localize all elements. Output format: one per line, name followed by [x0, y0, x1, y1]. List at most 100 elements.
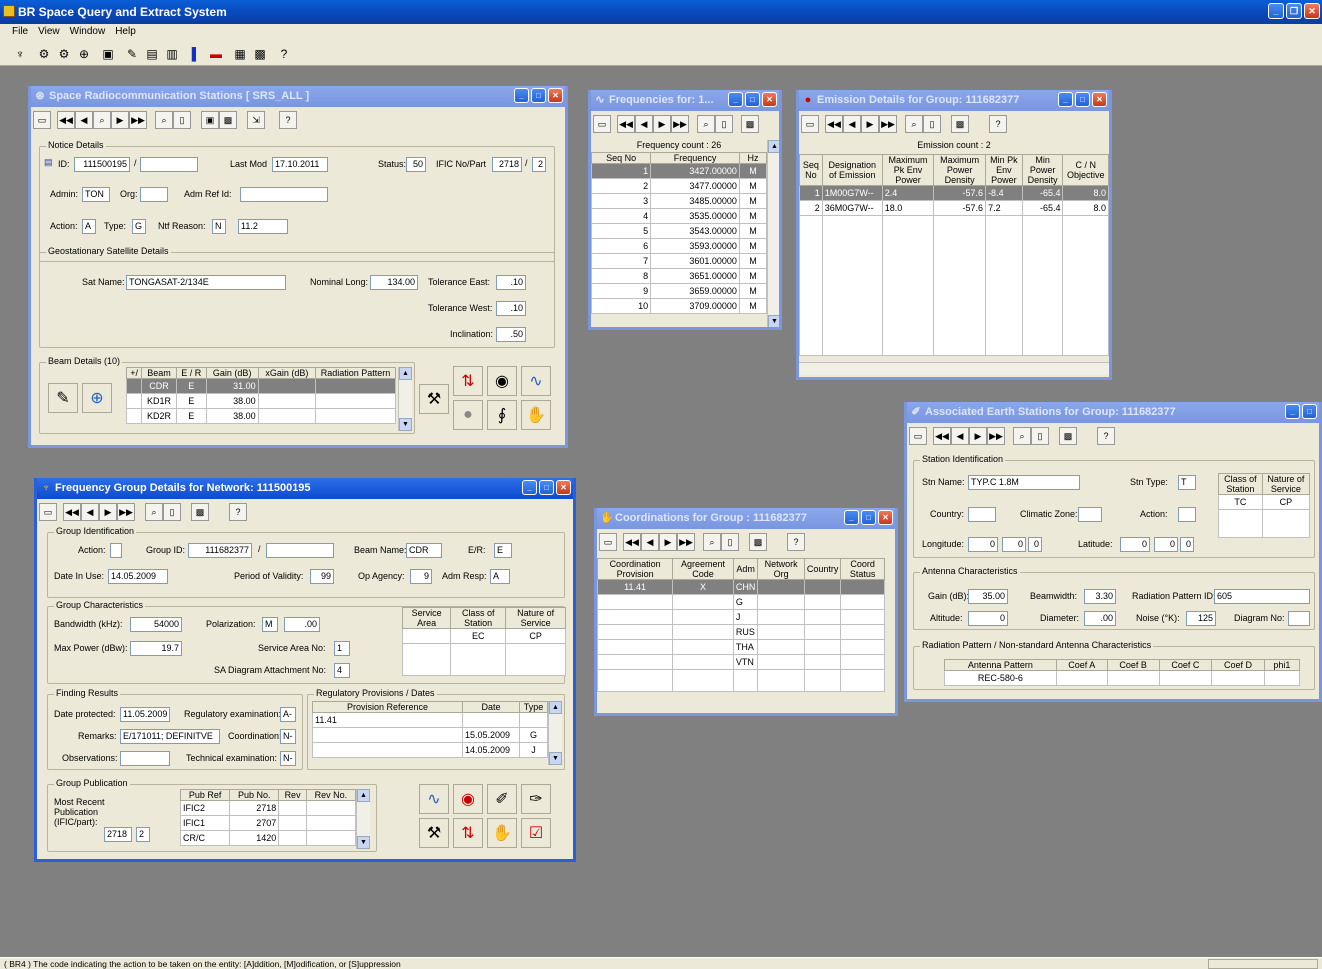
last-record-button[interactable]: ▶▶	[671, 115, 689, 133]
next-record-button[interactable]: ▶	[969, 427, 987, 445]
minimize-button[interactable]: _	[514, 88, 529, 103]
close-button[interactable]: ✕	[762, 92, 777, 107]
satellite-icon[interactable]: ⚙	[36, 46, 52, 62]
table-row[interactable]: J	[597, 609, 885, 625]
admin-field[interactable]: TON	[82, 187, 110, 202]
table-row[interactable]: REC-580-6	[944, 670, 1301, 686]
table-row[interactable]: VTN	[597, 654, 885, 670]
minimize-button[interactable]: _	[522, 480, 537, 495]
max-power-field[interactable]: 19.7	[130, 641, 182, 656]
table-row[interactable]: 15.05.2009 G	[312, 727, 548, 743]
speaker-icon[interactable]: ◉	[487, 366, 517, 396]
close-button[interactable]: ✕	[548, 88, 563, 103]
next-record-button[interactable]: ▶	[659, 533, 677, 551]
table-row[interactable]: KD1R E 38.00	[125, 393, 396, 409]
config-icon[interactable]: ▩	[741, 115, 759, 133]
table-row[interactable]: 11.41 X CHN	[597, 579, 885, 595]
status-field[interactable]: 50	[406, 157, 426, 172]
table-row[interactable]: 8 3651.00000 M	[591, 268, 768, 284]
open-icon[interactable]: ▭	[39, 503, 57, 521]
table-row[interactable]: 10 3709.00000 M	[591, 298, 768, 314]
next-record-button[interactable]: ▶	[653, 115, 671, 133]
action-field[interactable]	[110, 543, 122, 558]
printer-icon[interactable]: ▣	[201, 111, 219, 129]
table-row[interactable]: G	[597, 594, 885, 610]
table-row[interactable]: 1 1M00G7W-- 2.4 -57.6 -8.4 -65.4 8.0	[799, 185, 1109, 201]
provisions-scrollbar[interactable]: ▲ ▼	[548, 701, 562, 765]
form-icon[interactable]: ▯	[1031, 427, 1049, 445]
open-icon[interactable]: ▭	[909, 427, 927, 445]
window-icon[interactable]: ▦	[232, 46, 248, 62]
altitude-field[interactable]: 0	[968, 611, 1008, 626]
emission-icon[interactable]: ◉	[453, 784, 483, 814]
prev-record-button[interactable]: ◀	[843, 115, 861, 133]
sa-diagram-field[interactable]: 4	[334, 663, 350, 678]
earth-station-link-icon[interactable]: ✑	[521, 784, 551, 814]
first-record-button[interactable]: ◀◀	[825, 115, 843, 133]
emission-hscrollbar[interactable]	[799, 362, 1109, 375]
french-flag-icon[interactable]: ▌	[188, 46, 204, 62]
remarks-field[interactable]: E/171011; DEFINITVE	[120, 729, 220, 744]
group-id-field[interactable]: 111682377	[188, 543, 252, 558]
longitude-sec-field[interactable]: 0	[1028, 537, 1042, 552]
menu-help[interactable]: Help	[115, 24, 136, 40]
coordination-field[interactable]: N-	[280, 729, 296, 744]
config-icon[interactable]: ▩	[219, 111, 237, 129]
nominal-long-field[interactable]: 134.00	[370, 275, 418, 290]
printer-icon[interactable]: ▣	[100, 46, 116, 62]
minimize-button[interactable]: _	[728, 92, 743, 107]
ntf-reason-value-field[interactable]: 11.2	[238, 219, 288, 234]
open-icon[interactable]: ▭	[801, 115, 819, 133]
date-protected-field[interactable]: 11.05.2009	[120, 707, 170, 722]
help-icon[interactable]: ?	[276, 46, 292, 62]
ific-no-field[interactable]: 2718	[492, 157, 522, 172]
polarization-field[interactable]: M	[262, 617, 278, 632]
help-icon[interactable]: ?	[229, 503, 247, 521]
chart-icon[interactable]: ▤	[144, 46, 160, 62]
tolerance-east-field[interactable]: .10	[496, 275, 526, 290]
form-icon[interactable]: ▯	[923, 115, 941, 133]
first-record-button[interactable]: ◀◀	[57, 111, 75, 129]
last-mod-field[interactable]: 17.10.2011	[272, 157, 328, 172]
export-icon[interactable]: ⇲	[247, 111, 265, 129]
radiation-pattern-id-field[interactable]: 605	[1214, 589, 1310, 604]
table-row[interactable]: 1 3427.00000 M	[591, 163, 768, 179]
prev-record-button[interactable]: ◀	[81, 503, 99, 521]
polarization-angle-field[interactable]: .00	[284, 617, 320, 632]
minimize-button[interactable]: _	[844, 510, 859, 525]
sat-name-field[interactable]: TONGASAT-2/134E	[126, 275, 286, 290]
notepad-icon[interactable]: ✎	[48, 383, 78, 413]
table-row[interactable]: 14.05.2009 J	[312, 742, 548, 758]
technical-exam-field[interactable]: N-	[280, 751, 296, 766]
help-icon[interactable]: ?	[989, 115, 1007, 133]
list-icon[interactable]: ▥	[164, 46, 180, 62]
org-field[interactable]	[140, 187, 168, 202]
maximize-button[interactable]: □	[531, 88, 546, 103]
op-agency-field[interactable]: 9	[410, 569, 432, 584]
climatic-zone-field[interactable]	[1078, 507, 1102, 522]
last-record-button[interactable]: ▶▶	[117, 503, 135, 521]
publication-scrollbar[interactable]: ▲ ▼	[356, 789, 370, 849]
tolerance-west-field[interactable]: .10	[496, 301, 526, 316]
checklist-icon[interactable]: ☑	[521, 818, 551, 848]
antenna-icon[interactable]: ⚒	[419, 818, 449, 848]
service-area-no-field[interactable]: 1	[334, 641, 350, 656]
table-row[interactable]: 2 36M0G7W-- 18.0 -57.6 7.2 -65.4 8.0	[799, 200, 1109, 216]
group-id-suffix-field[interactable]	[266, 543, 334, 558]
longitude-min-field[interactable]: 0	[1002, 537, 1026, 552]
er-field[interactable]: E	[494, 543, 512, 558]
last-record-button[interactable]: ▶▶	[129, 111, 147, 129]
zoom-icon[interactable]: ⌕	[905, 115, 923, 133]
zoom-icon[interactable]: ⌕	[155, 111, 173, 129]
world-map-icon[interactable]: ⊕	[82, 383, 112, 413]
menu-view[interactable]: View	[38, 24, 60, 40]
bandwidth-field[interactable]: 54000	[130, 617, 182, 632]
frequency-scrollbar[interactable]: ▲ ▼	[767, 140, 779, 327]
prev-record-button[interactable]: ◀	[641, 533, 659, 551]
action-field[interactable]	[1178, 507, 1196, 522]
id-field[interactable]: 111500195	[74, 157, 130, 172]
search-icon[interactable]: ⌕	[93, 111, 111, 129]
close-button[interactable]: ✕	[556, 480, 571, 495]
pub-part-field[interactable]: 2	[136, 827, 150, 842]
last-record-button[interactable]: ▶▶	[677, 533, 695, 551]
